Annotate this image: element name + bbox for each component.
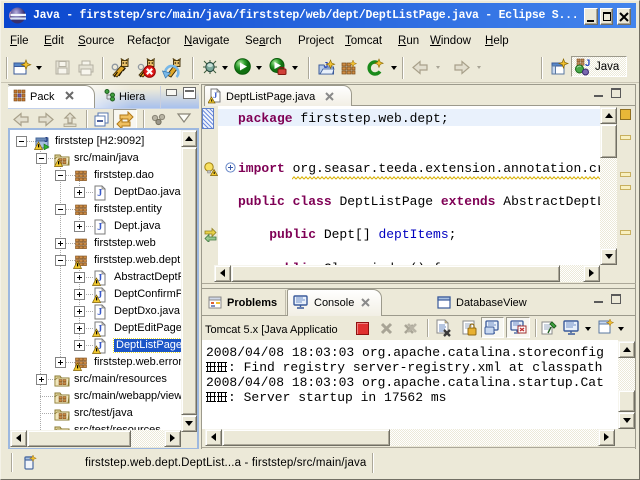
svg-text:J: J [97, 188, 102, 199]
svg-text:J: J [97, 222, 102, 233]
svg-text:J: J [585, 58, 590, 69]
svg-text:J: J [44, 137, 48, 144]
svg-text:J: J [97, 307, 102, 318]
